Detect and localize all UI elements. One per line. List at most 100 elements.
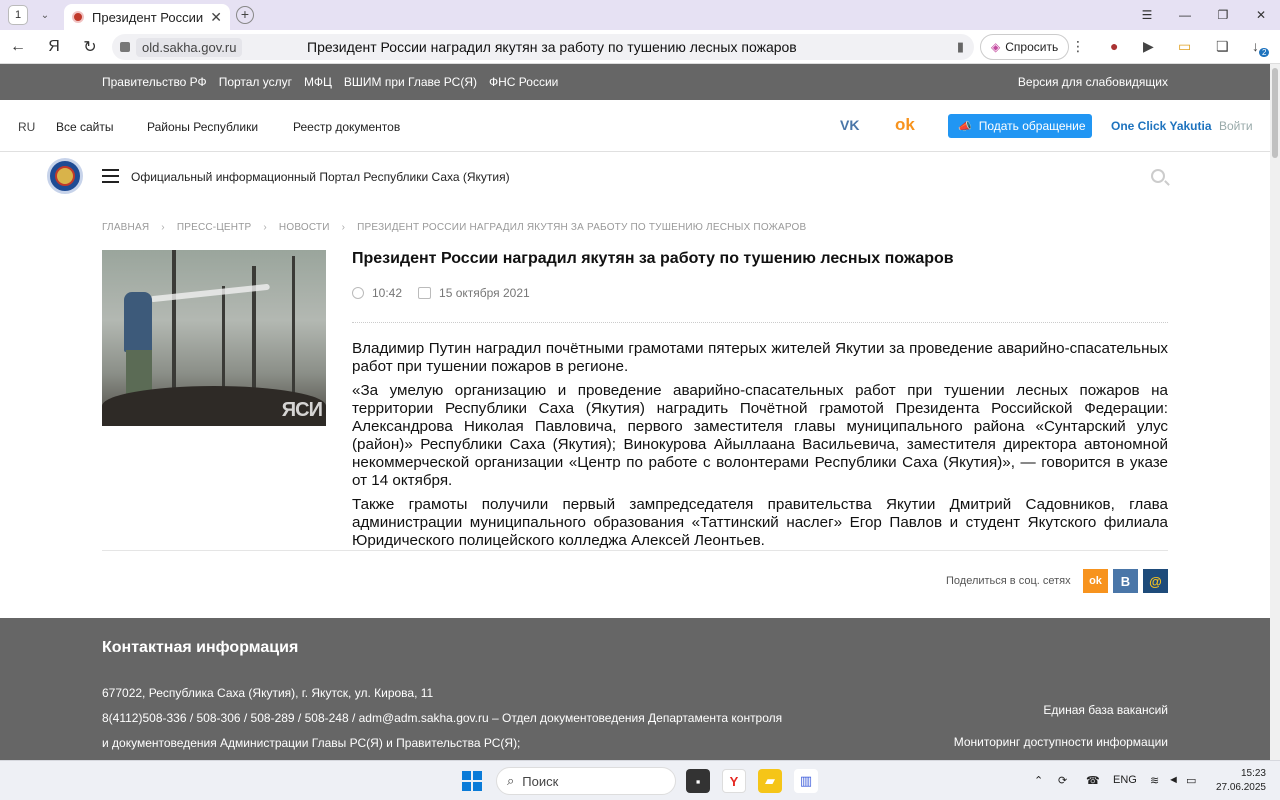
firefighter-shape — [124, 292, 152, 352]
language-switch[interactable]: RU — [18, 120, 35, 134]
new-tab-button[interactable]: + — [236, 6, 254, 24]
gov-link[interactable]: Портал услуг — [219, 75, 292, 89]
mail-icon: @ — [1149, 573, 1162, 589]
login-link[interactable]: Войти — [1219, 119, 1253, 133]
odnoklassniki-icon[interactable]: ok — [895, 115, 915, 135]
footer-phones[interactable]: 8(4112)508-336 / 508-306 / 508-289 / 508… — [102, 711, 782, 725]
ai-icon: ◈ — [991, 40, 1001, 54]
wifi-icon[interactable]: ≋ — [1150, 774, 1159, 787]
clock-time: 15:23 — [1240, 768, 1266, 779]
chevron-right-icon: › — [341, 222, 346, 233]
url-field[interactable]: old.sakha.gov.ru Президент России наград… — [112, 34, 974, 60]
reload-icon[interactable]: ↻ — [72, 37, 108, 57]
gov-links: Правительство РФ Портал услуг МФЦ ВШИМ п… — [102, 75, 558, 89]
footer-address: 677022, Республика Саха (Якутия), г. Яку… — [102, 686, 434, 700]
gov-links-bar: Правительство РФ Портал услуг МФЦ ВШИМ п… — [0, 64, 1270, 100]
lock-icon[interactable] — [120, 42, 130, 52]
collections-icon[interactable]: ❏ — [1216, 38, 1229, 55]
task-view-icon[interactable]: ▪ — [686, 769, 710, 793]
gov-link[interactable]: ВШИМ при Главе РС(Я) — [344, 75, 477, 89]
hamburger-menu-icon[interactable] — [102, 169, 119, 187]
footer-title: Контактная информация — [102, 639, 299, 656]
share-mail-button[interactable]: @ — [1143, 569, 1168, 593]
ask-button[interactable]: ◈ Спросить — [980, 34, 1070, 60]
vk-icon: B — [1120, 573, 1131, 589]
share-label: Поделиться в соц. сетях — [946, 575, 1071, 587]
chart-app-icon[interactable]: ▥ — [794, 769, 818, 793]
nav-all-sites[interactable]: Все сайты — [56, 120, 114, 134]
site-favicon-icon — [72, 11, 84, 23]
footer-vacancies-link[interactable]: Единая база вакансий — [1043, 703, 1168, 717]
article-date: 15 октября 2021 — [439, 286, 530, 300]
language-indicator[interactable]: ENG — [1113, 774, 1137, 786]
page-scrollbar[interactable] — [1270, 64, 1280, 760]
article-time: 10:42 — [372, 286, 403, 300]
player-icon[interactable]: ▶ — [1143, 38, 1154, 55]
close-tab-icon[interactable]: ✕ — [210, 9, 222, 26]
appeal-label: Подать обращение — [978, 119, 1086, 133]
article-title: Президент России наградил якутян за рабо… — [352, 250, 954, 267]
megaphone-icon: 📣 — [958, 120, 972, 133]
address-bar: ← Я ↻ old.sakha.gov.ru Президент России … — [0, 30, 1280, 64]
battery-icon[interactable]: ▭ — [1186, 774, 1196, 787]
chevron-right-icon: › — [161, 222, 165, 233]
clock-icon — [352, 287, 364, 299]
browser-tab-strip: 1 ⌄ Президент России нагр ✕ + ☰ — ❐ ✕ — [0, 0, 1280, 30]
more-icon[interactable]: ⋮ — [1071, 38, 1085, 55]
divider — [352, 322, 1168, 323]
footer: Контактная информация 677022, Республика… — [0, 618, 1270, 760]
divider — [102, 550, 1168, 551]
back-icon[interactable]: ← — [0, 38, 36, 56]
breadcrumb-current: ПРЕЗИДЕНТ РОССИИ НАГРАДИЛ ЯКУТЯН ЗА РАБО… — [357, 222, 807, 233]
nav-documents[interactable]: Реестр документов — [293, 120, 400, 134]
footer-phones-continued: и документоведения Администрации Главы Р… — [102, 736, 521, 750]
breadcrumb-home[interactable]: ГЛАВНАЯ — [102, 222, 149, 233]
yandex-browser-icon[interactable]: Y — [722, 769, 746, 793]
coat-of-arms-logo[interactable] — [47, 158, 83, 194]
windows-start-icon[interactable] — [462, 771, 482, 791]
breadcrumb: ГЛАВНАЯ › ПРЕСС-ЦЕНТР › НОВОСТИ › ПРЕЗИД… — [102, 222, 806, 233]
footer-monitoring-link[interactable]: Мониторинг доступности информации — [954, 735, 1168, 749]
submit-appeal-button[interactable]: 📣 Подать обращение — [948, 114, 1092, 138]
battery-icon[interactable]: ▭ — [1178, 38, 1191, 55]
share-vk-button[interactable]: B — [1113, 569, 1138, 593]
yandex-icon[interactable]: Я — [36, 38, 72, 56]
article-paragraph: Также грамоты получили первый зампредсед… — [352, 496, 1168, 549]
nav-districts[interactable]: Районы Республики — [147, 120, 258, 134]
taskbar: ⌕ Поиск ▪ Y ▰ ▥ ⌃ ⟳ ☎ ENG ≋ ◄ ▭ 15:23 27… — [0, 760, 1280, 800]
taskbar-clock[interactable]: 15:23 27.06.2025 — [1216, 767, 1266, 795]
breadcrumb-press[interactable]: ПРЕСС-ЦЕНТР — [177, 222, 252, 233]
chevron-right-icon: › — [263, 222, 267, 233]
chevron-up-icon[interactable]: ⌃ — [1034, 774, 1043, 787]
search-icon[interactable] — [1151, 169, 1165, 183]
tab-count-button[interactable]: 1 — [8, 5, 28, 25]
sync-icon[interactable]: ⟳ — [1058, 774, 1067, 787]
taskbar-search-label: Поиск — [522, 773, 559, 789]
low-vision-link[interactable]: Версия для слабовидящих — [1018, 75, 1168, 89]
window-controls: ☰ — ❐ ✕ — [1128, 0, 1280, 30]
share-odnoklassniki-button[interactable]: ok — [1083, 569, 1108, 593]
taskbar-search[interactable]: ⌕ Поиск — [496, 767, 676, 795]
breadcrumb-news[interactable]: НОВОСТИ — [279, 222, 330, 233]
calendar-icon — [418, 287, 432, 299]
minimize-icon[interactable]: — — [1166, 8, 1204, 22]
scrollbar-thumb[interactable] — [1272, 68, 1278, 158]
meet-icon[interactable]: ☎ — [1086, 774, 1100, 787]
chevron-down-icon[interactable]: ⌄ — [36, 10, 54, 21]
extension-icon[interactable]: ● — [1110, 38, 1118, 54]
restore-icon[interactable]: ❐ — [1204, 8, 1242, 22]
close-window-icon[interactable]: ✕ — [1242, 8, 1280, 22]
gov-link[interactable]: Правительство РФ — [102, 75, 207, 89]
article-meta: 10:42 15 октября 2021 — [352, 286, 530, 300]
file-explorer-icon[interactable]: ▰ — [758, 769, 782, 793]
gov-link[interactable]: ФНС России — [489, 75, 558, 89]
downloads-icon[interactable]: ↓ 2 — [1252, 38, 1270, 57]
tab-title: Президент России нагр — [92, 9, 206, 25]
volume-icon[interactable]: ◄ — [1168, 774, 1179, 786]
gov-link[interactable]: МФЦ — [304, 75, 332, 89]
one-click-yakutia-link[interactable]: One Click Yakutia — [1111, 119, 1212, 133]
menu-icon[interactable]: ☰ — [1128, 8, 1166, 22]
browser-tab[interactable]: Президент России нагр ✕ — [64, 4, 230, 30]
bookmark-icon[interactable]: ▮ — [957, 39, 964, 55]
vk-icon[interactable]: VK — [840, 117, 859, 133]
